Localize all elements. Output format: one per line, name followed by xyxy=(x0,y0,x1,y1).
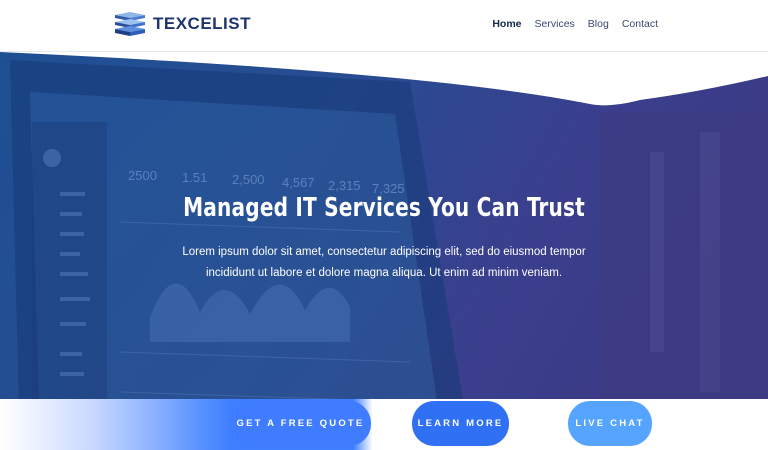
site-header: TEXCELIST Home Services Blog Contact xyxy=(0,0,768,52)
learn-more-button[interactable]: LEARN MORE xyxy=(412,401,509,446)
hero-description: Lorem ipsum dolor sit amet, consectetur … xyxy=(182,246,586,279)
svg-text:4,567: 4,567 xyxy=(282,175,315,190)
svg-text:1.51: 1.51 xyxy=(182,170,207,185)
stacked-layers-icon xyxy=(115,12,145,36)
main-nav: Home Services Blog Contact xyxy=(492,18,658,30)
nav-contact[interactable]: Contact xyxy=(622,18,658,30)
svg-text:2500: 2500 xyxy=(128,168,157,183)
svg-text:2,315: 2,315 xyxy=(328,178,361,193)
top-curve-divider xyxy=(0,52,768,106)
nav-services[interactable]: Services xyxy=(535,18,575,30)
nav-home[interactable]: Home xyxy=(492,18,521,30)
get-quote-button[interactable]: GET A FREE QUOTE xyxy=(230,401,371,446)
live-chat-button[interactable]: LIVE CHAT xyxy=(568,401,652,446)
cta-strip xyxy=(0,399,768,450)
hero-title: Managed IT Services You Can Trust xyxy=(183,193,585,223)
brand-name: TEXCELIST xyxy=(153,14,252,33)
svg-text:2,500: 2,500 xyxy=(232,172,265,187)
logo[interactable]: TEXCELIST xyxy=(113,9,251,39)
nav-blog[interactable]: Blog xyxy=(588,18,609,30)
